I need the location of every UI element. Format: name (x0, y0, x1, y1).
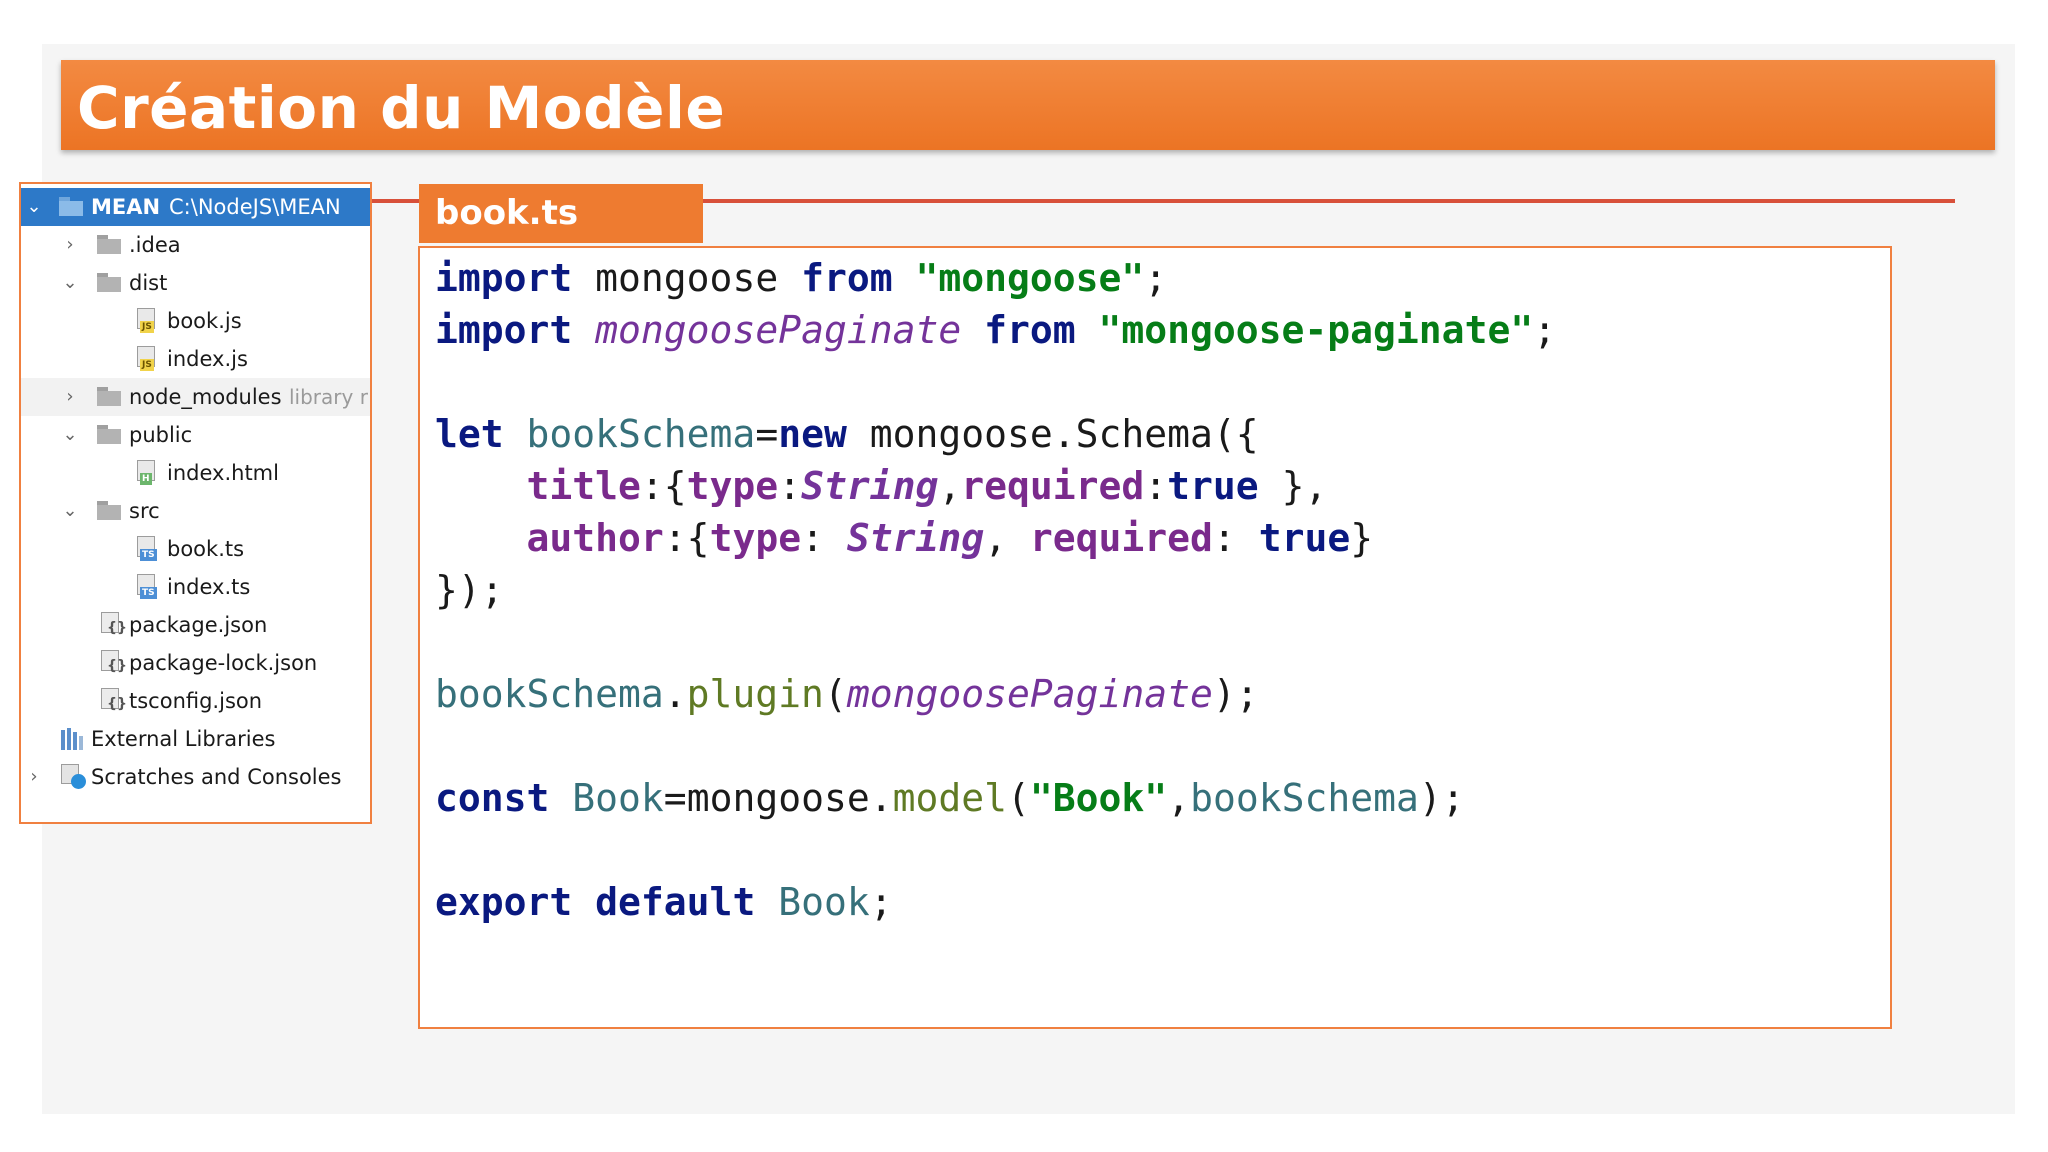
tree-item-label: package-lock.json (129, 651, 318, 675)
tree-item-label: book.js (167, 309, 242, 333)
code-line-4: let bookSchema=new mongoose.Schema({ (435, 412, 1259, 456)
tree-item-package-lock-json[interactable]: {} package-lock.json (21, 644, 370, 682)
tree-item-label: tsconfig.json (129, 689, 263, 713)
tree-item-tsconfig-json[interactable]: {} tsconfig.json (21, 682, 370, 720)
tree-item-label: .idea (129, 233, 181, 257)
tree-item-label: index.js (167, 347, 248, 371)
slide-title: Création du Modèle (77, 74, 726, 142)
folder-icon (97, 235, 121, 254)
folder-icon (97, 501, 121, 520)
tree-item-label: index.html (167, 461, 279, 485)
json-file-icon: {} (101, 650, 127, 676)
tree-item-src[interactable]: ⌄ src (21, 492, 370, 530)
folder-icon (97, 273, 121, 292)
tree-item-index-html[interactable]: H index.html (21, 454, 370, 492)
tree-item-label: External Libraries (91, 727, 276, 751)
folder-icon (59, 197, 83, 216)
ts-file-icon: TS (137, 574, 159, 600)
tree-item-label: index.ts (167, 575, 251, 599)
tree-item-book-ts[interactable]: TS book.ts (21, 530, 370, 568)
tree-item-public[interactable]: ⌄ public (21, 416, 370, 454)
code-line-1: import mongoose from "mongoose"; (435, 256, 1168, 300)
chevron-down-icon[interactable]: ⌄ (61, 264, 79, 302)
tree-item-idea[interactable]: › .idea (21, 226, 370, 264)
json-file-icon: {} (101, 688, 127, 714)
tree-item-index-ts[interactable]: TS index.ts (21, 568, 370, 606)
chevron-down-icon[interactable]: ⌄ (61, 492, 79, 530)
tree-item-package-json[interactable]: {} package.json (21, 606, 370, 644)
tree-root-path: C:\NodeJS\MEAN (169, 195, 341, 219)
code-line-13: export default Book; (435, 880, 893, 924)
tree-item-dist[interactable]: ⌄ dist (21, 264, 370, 302)
tree-item-label: package.json (129, 613, 268, 637)
tree-item-scratches[interactable]: › Scratches and Consoles (21, 758, 370, 796)
code-line-2: import mongoosePaginate from "mongoose-p… (435, 308, 1557, 352)
title-banner: Création du Modèle (61, 60, 1995, 150)
tree-item-label: dist (129, 271, 168, 295)
code-line-11: const Book=mongoose.model("Book",bookSch… (435, 776, 1465, 820)
ts-file-icon: TS (137, 536, 159, 562)
tree-item-node-modules[interactable]: › node_modules library r (21, 378, 370, 416)
tree-item-label: node_modules (129, 385, 282, 409)
chevron-right-icon[interactable]: › (25, 758, 43, 796)
library-root-hint: library r (289, 385, 368, 409)
folder-icon (97, 387, 121, 406)
js-file-icon: JS (137, 308, 159, 334)
libraries-icon (61, 728, 87, 750)
tree-root-mean[interactable]: ⌄ MEAN C:\NodeJS\MEAN (21, 188, 370, 226)
tree-root-label: MEAN (91, 195, 161, 219)
chevron-down-icon[interactable]: ⌄ (61, 416, 79, 454)
code-line-5: title:{type:String,required:true }, (526, 464, 1328, 508)
folder-icon (97, 425, 121, 444)
chevron-right-icon[interactable]: › (61, 378, 79, 416)
tree-item-label: book.ts (167, 537, 245, 561)
tree-item-external-libraries[interactable]: External Libraries (21, 720, 370, 758)
accent-divider (101, 199, 1955, 203)
tree-item-label: Scratches and Consoles (91, 765, 342, 789)
json-file-icon: {} (101, 612, 127, 638)
html-file-icon: H (137, 460, 159, 486)
chevron-down-icon[interactable]: ⌄ (25, 188, 43, 226)
js-file-icon: JS (137, 346, 159, 372)
tree-item-book-js[interactable]: JS book.js (21, 302, 370, 340)
project-tree-panel: ⌄ MEAN C:\NodeJS\MEAN › .idea ⌄ dist JS … (19, 182, 372, 824)
chevron-right-icon[interactable]: › (61, 226, 79, 264)
editor-tab-book-ts[interactable]: book.ts (419, 184, 703, 243)
tree-item-index-js[interactable]: JS index.js (21, 340, 370, 378)
scratches-icon (61, 764, 89, 790)
code-line-6: author:{type: String, required: true} (526, 516, 1374, 560)
code-line-9: bookSchema.plugin(mongoosePaginate); (435, 672, 1259, 716)
tree-item-label: src (129, 499, 160, 523)
code-line-7: }); (435, 568, 504, 612)
code-editor[interactable]: import mongoose from "mongoose"; import … (418, 246, 1892, 1029)
tree-item-label: public (129, 423, 193, 447)
